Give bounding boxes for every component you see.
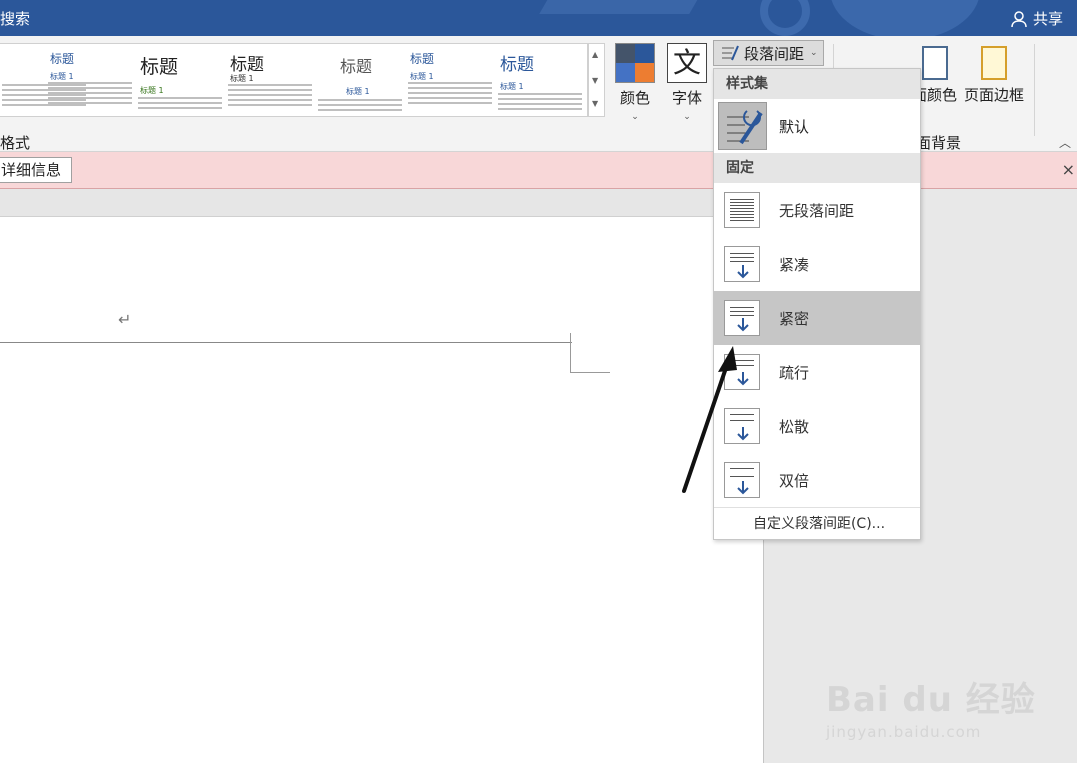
- menu-item-label: 双倍: [779, 471, 810, 490]
- style-subtitle: 标题 1: [50, 72, 74, 81]
- style-set-thumbnail[interactable]: 标题 标题 1: [406, 44, 494, 116]
- style-title: 标题: [50, 52, 75, 66]
- style-set-thumbnail[interactable]: 标题 标题 1: [136, 44, 224, 116]
- fixed-header: 固定: [714, 153, 920, 183]
- style-set-header: 样式集: [714, 69, 920, 99]
- share-button[interactable]: 共享: [1011, 8, 1063, 29]
- menu-item-label: 紧密: [779, 309, 810, 328]
- colors-button[interactable]: 颜色 ⌄: [612, 43, 658, 122]
- style-set-thumbnail[interactable]: 标题 标题 1: [46, 44, 134, 116]
- palette-icon: [615, 43, 655, 83]
- open-spacing-icon: [724, 354, 760, 390]
- search-box[interactable]: 搜索: [0, 8, 30, 29]
- menu-item-open[interactable]: 疏行: [714, 345, 920, 399]
- style-set-thumbnail[interactable]: 标题 标题 1: [316, 44, 404, 116]
- paragraph-spacing-button[interactable]: 段落间距 ⌄: [713, 40, 824, 66]
- style-title: 标题: [340, 57, 373, 76]
- compact-spacing-icon: [724, 246, 760, 282]
- no-spacing-icon: [724, 192, 760, 228]
- style-title: 标题: [230, 55, 264, 75]
- style-set-thumbnail[interactable]: 标题 标题 1: [496, 44, 584, 116]
- title-decoration: [539, 0, 701, 14]
- menu-item-label: 无段落间距: [779, 201, 855, 220]
- ruler: [0, 189, 763, 217]
- style-set-gallery[interactable]: 标题 标题 1 标题 标题 1 标题 标题 1 标题 标题 1 标题 标题 1 …: [0, 43, 588, 117]
- document-formatting-group-label: 格式: [0, 134, 31, 152]
- double-spacing-icon: [724, 462, 760, 498]
- relaxed-spacing-icon: [724, 408, 760, 444]
- header-line: [0, 342, 572, 343]
- menu-item-double[interactable]: 双倍: [714, 453, 920, 507]
- page-background-group-label: 面背景: [916, 134, 962, 152]
- style-title: 标题: [410, 52, 435, 66]
- fonts-label: 字体: [671, 89, 702, 107]
- details-button[interactable]: 详细信息: [0, 157, 73, 183]
- swatch: [635, 63, 654, 82]
- menu-item-compact[interactable]: 紧凑: [714, 237, 920, 291]
- style-subtitle: 标题 1: [500, 82, 524, 91]
- gallery-scrollbar[interactable]: ▲ ▼ ▼: [588, 43, 605, 117]
- share-label: 共享: [1032, 10, 1063, 28]
- menu-item-label: 紧凑: [779, 255, 810, 274]
- close-icon[interactable]: ×: [1062, 160, 1075, 179]
- menu-item-no-spacing[interactable]: 无段落间距: [714, 183, 920, 237]
- margin-corner-mark: [570, 372, 610, 373]
- paragraph-mark: ↵: [118, 310, 132, 329]
- page-color-icon: [921, 46, 948, 80]
- person-icon: [1011, 10, 1027, 27]
- scroll-down-icon[interactable]: ▼: [592, 76, 598, 85]
- custom-paragraph-spacing-item[interactable]: 自定义段落间距(C)...: [714, 508, 920, 541]
- menu-item-relaxed[interactable]: 松散: [714, 399, 920, 453]
- fonts-button[interactable]: 文 字体 ⌄: [664, 43, 710, 122]
- style-set-thumbnail[interactable]: 标题 标题 1: [226, 44, 314, 116]
- collapse-ribbon-icon[interactable]: ︿: [1059, 134, 1071, 151]
- style-subtitle: 标题 1: [410, 72, 434, 81]
- more-icon[interactable]: ▼: [592, 99, 598, 108]
- menu-item-tight[interactable]: 紧密: [714, 291, 920, 345]
- font-icon: 文: [667, 43, 707, 83]
- watermark-url: jingyan.baidu.com: [826, 723, 982, 741]
- style-subtitle: 标题 1: [346, 87, 370, 96]
- paragraph-spacing-icon: [722, 45, 739, 61]
- scroll-up-icon[interactable]: ▲: [592, 50, 598, 59]
- title-decoration: [830, 0, 980, 36]
- tight-spacing-icon: [724, 300, 760, 336]
- chevron-down-icon: ⌄: [631, 112, 639, 122]
- paragraph-spacing-menu: 样式集 默认 固定 无段落间距 紧凑 紧密 疏行 松散 双倍 自定义段落间距(C…: [713, 68, 921, 540]
- swatch: [635, 44, 654, 63]
- chevron-down-icon: ⌄: [683, 112, 691, 122]
- swatch: [616, 44, 635, 63]
- margin-corner-mark: [570, 333, 571, 373]
- chevron-down-icon: ⌄: [810, 48, 818, 58]
- colors-label: 颜色: [619, 89, 650, 107]
- style-subtitle: 标题 1: [230, 74, 254, 83]
- divider: [1034, 44, 1035, 136]
- menu-item-label: 默认: [779, 118, 810, 136]
- page-border-icon: [981, 46, 1007, 80]
- style-title: 标题: [500, 55, 534, 75]
- page-borders-button[interactable]: 页面边框: [964, 46, 1024, 105]
- menu-item-label: 松散: [779, 417, 810, 436]
- page-borders-label: 页面边框: [964, 86, 1025, 104]
- style-subtitle: 标题 1: [140, 86, 164, 95]
- style-title: 标题: [140, 56, 179, 78]
- title-decoration: [760, 0, 810, 36]
- watermark: Bai du 经验 jingyan.baidu.com: [826, 672, 1036, 741]
- watermark-brand: Bai du 经验: [826, 680, 1036, 720]
- menu-item-default[interactable]: 默认: [714, 99, 920, 153]
- title-bar: 搜索 共享: [0, 0, 1077, 36]
- reset-style-icon: [718, 102, 767, 150]
- menu-item-label: 疏行: [779, 363, 810, 382]
- swatch: [616, 63, 635, 82]
- paragraph-spacing-label: 段落间距: [744, 44, 805, 63]
